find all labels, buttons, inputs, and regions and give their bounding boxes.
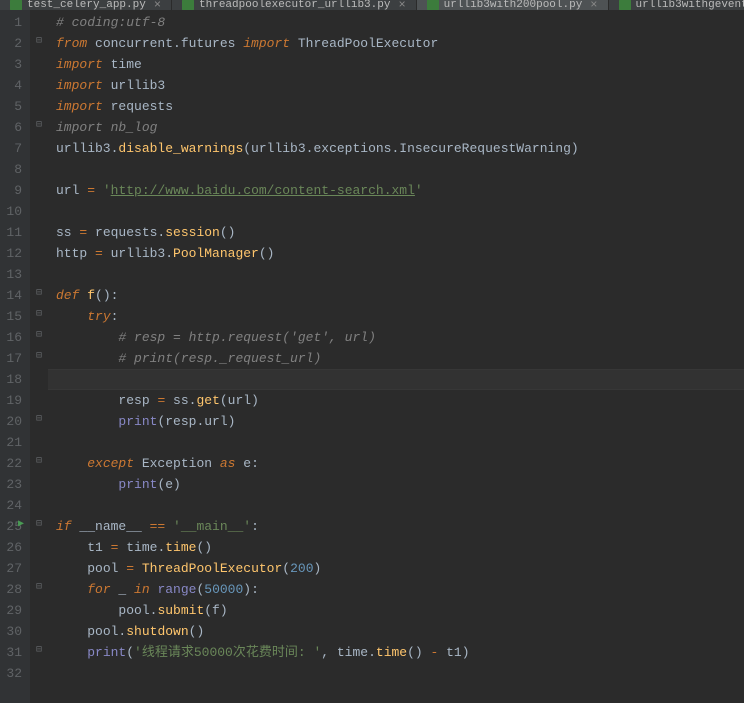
code-line: except Exception as e: — [48, 453, 744, 474]
code-line — [48, 432, 744, 453]
code-line: import urllib3 — [48, 75, 744, 96]
code-line: urllib3.disable_warnings(urllib3.excepti… — [48, 138, 744, 159]
code-line: import nb_log — [48, 117, 744, 138]
tab-label: urllib3withgevent.py — [636, 0, 744, 10]
line-number: 17 — [4, 348, 22, 369]
line-number: 13 — [4, 264, 22, 285]
tab-label: threadpoolexecutor_urllib3.py — [199, 0, 390, 10]
fold-icon[interactable]: ⊟ — [30, 409, 48, 430]
fold-icon[interactable]: ⊟ — [30, 325, 48, 346]
line-number: 8 — [4, 159, 22, 180]
code-line: import time — [48, 54, 744, 75]
line-number: 31 — [4, 642, 22, 663]
code-line: if __name__ == '__main__': — [48, 516, 744, 537]
line-number: 16 — [4, 327, 22, 348]
tab-threadpool[interactable]: threadpoolexecutor_urllib3.py × — [172, 0, 417, 10]
close-icon[interactable]: × — [590, 0, 597, 10]
code-line: resp = ss.get(url) — [48, 390, 744, 411]
line-number: 5 — [4, 96, 22, 117]
line-number: 27 — [4, 558, 22, 579]
code-line — [48, 495, 744, 516]
line-number: 21 — [4, 432, 22, 453]
python-file-icon — [619, 0, 631, 10]
code-line: pool.submit(f) — [48, 600, 744, 621]
code-line: # resp = http.request('get', url) — [48, 327, 744, 348]
python-file-icon — [427, 0, 439, 10]
line-number: 12 — [4, 243, 22, 264]
line-number: 18 — [4, 369, 22, 390]
line-number: 22 — [4, 453, 22, 474]
line-number: 32 — [4, 663, 22, 684]
code-line — [48, 159, 744, 180]
fold-icon[interactable]: ⊟ — [30, 346, 48, 367]
fold-icon[interactable]: ⊟ — [30, 304, 48, 325]
fold-icon[interactable]: ⊟ — [30, 283, 48, 304]
code-line: def f(): — [48, 285, 744, 306]
line-number: 26 — [4, 537, 22, 558]
line-number: 24 — [4, 495, 22, 516]
tab-test-celery[interactable]: test_celery_app.py × — [0, 0, 172, 10]
fold-gutter: ⊟ ⊟ ⊟ ⊟ ⊟ ⊟ ⊟ ⊟ ▶⊟ ⊟ ⊟ — [30, 10, 48, 703]
code-line — [48, 264, 744, 285]
code-line: print(e) — [48, 474, 744, 495]
code-line: print('线程请求50000次花费时间: ', time.time() - … — [48, 642, 744, 663]
code-line: url = 'http://www.baidu.com/content-sear… — [48, 180, 744, 201]
line-number: 1 — [4, 12, 22, 33]
line-number: 30 — [4, 621, 22, 642]
code-line: from concurrent.futures import ThreadPoo… — [48, 33, 744, 54]
code-line: http = urllib3.PoolManager() — [48, 243, 744, 264]
code-line: pool.shutdown() — [48, 621, 744, 642]
line-number: 11 — [4, 222, 22, 243]
code-line: # print(resp._request_url) — [48, 348, 744, 369]
line-number: 15 — [4, 306, 22, 327]
line-number: 20 — [4, 411, 22, 432]
close-icon[interactable]: × — [398, 0, 405, 10]
code-line — [48, 663, 744, 684]
code-line: pool = ThreadPoolExecutor(200) — [48, 558, 744, 579]
line-number: 23 — [4, 474, 22, 495]
code-line-current — [48, 369, 744, 390]
line-number: 28 — [4, 579, 22, 600]
code-line — [48, 201, 744, 222]
tab-label: urllib3with200pool.py — [444, 0, 583, 10]
line-number: 29 — [4, 600, 22, 621]
fold-icon[interactable]: ⊟ — [30, 115, 48, 136]
code-line: t1 = time.time() — [48, 537, 744, 558]
code-line: import requests — [48, 96, 744, 117]
line-number: 14 — [4, 285, 22, 306]
line-number: 2 — [4, 33, 22, 54]
line-number: 19 — [4, 390, 22, 411]
line-number: 7 — [4, 138, 22, 159]
fold-icon[interactable]: ⊟ — [30, 640, 48, 661]
line-number-gutter: 1 2 3 4 5 6 7 8 9 10 11 12 13 14 15 16 1… — [0, 10, 30, 703]
fold-icon[interactable]: ⊟ — [30, 31, 48, 52]
tab-urllib3-pool[interactable]: urllib3with200pool.py × — [417, 0, 609, 10]
code-line: for _ in range(50000): — [48, 579, 744, 600]
code-line: ss = requests.session() — [48, 222, 744, 243]
line-number: 10 — [4, 201, 22, 222]
fold-icon[interactable]: ⊟ — [30, 577, 48, 598]
line-number: 4 — [4, 75, 22, 96]
code-line: # coding:utf-8 — [48, 12, 744, 33]
close-icon[interactable]: × — [154, 0, 161, 10]
fold-icon[interactable] — [30, 10, 48, 31]
python-file-icon — [182, 0, 194, 10]
tab-label: test_celery_app.py — [27, 0, 146, 10]
line-number: 3 — [4, 54, 22, 75]
code-line: try: — [48, 306, 744, 327]
python-file-icon — [10, 0, 22, 10]
code-editor[interactable]: 1 2 3 4 5 6 7 8 9 10 11 12 13 14 15 16 1… — [0, 10, 744, 703]
line-number: 6 — [4, 117, 22, 138]
code-area[interactable]: # coding:utf-8 from concurrent.futures i… — [48, 10, 744, 703]
editor-tabs: test_celery_app.py × threadpoolexecutor_… — [0, 0, 744, 10]
line-number: 9 — [4, 180, 22, 201]
tab-urllib3-gevent[interactable]: urllib3withgevent.py × — [609, 0, 744, 10]
code-line: print(resp.url) — [48, 411, 744, 432]
fold-icon[interactable]: ⊟ — [30, 451, 48, 472]
